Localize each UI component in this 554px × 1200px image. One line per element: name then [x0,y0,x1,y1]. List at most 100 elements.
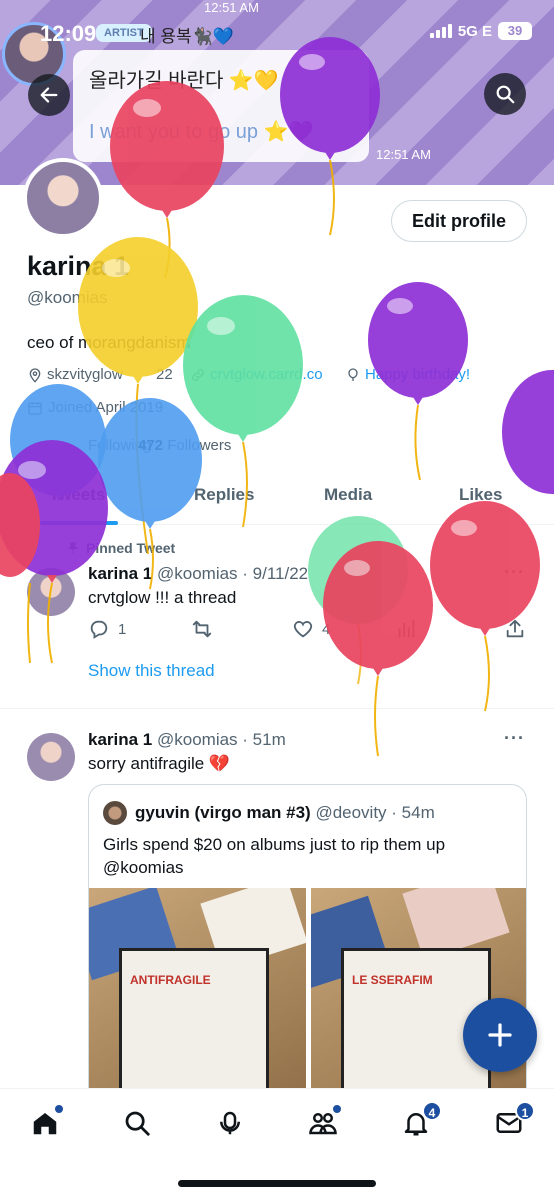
nav-communities[interactable] [303,1103,343,1143]
profile-joined: Joined April 2019 [27,399,163,416]
pinned-text: Pinned Tweet [86,540,176,556]
joined-text: Joined April 2019 [48,399,164,416]
home-dot [55,1105,63,1113]
nav-spaces[interactable] [210,1103,250,1143]
plus-icon [488,1023,512,1047]
pinned-tweet-name[interactable]: karina 1 [88,564,152,583]
back-button[interactable] [28,74,70,116]
link-text[interactable]: crvtglow.carrd.co [210,366,323,383]
retweet-button[interactable] [190,618,214,640]
profile-birthday: Happy birthday! [345,366,470,383]
notifications-badge: 4 [422,1101,442,1121]
show-thread-link[interactable]: Show this thread [88,661,215,681]
search-icon [496,85,515,104]
location-pin-icon [29,367,41,383]
analytics-icon [398,619,415,638]
quoted-avatar [103,801,127,825]
like-button[interactable]: 4 [292,618,330,640]
messages-badge: 1 [515,1101,535,1121]
tab-media[interactable]: Media [324,485,372,505]
tweet-more-icon[interactable]: ··· [504,728,525,749]
pinned-tweet-header: karina 1 @koomias · 9/11/22 [88,564,308,584]
retweet-icon [192,620,212,638]
balloon-mint [308,516,408,685]
profile-handle: @koomias [27,288,108,307]
signal-icon [429,24,452,38]
pinned-tweet-meta: @koomias · 9/11/22 [157,564,309,583]
nav-home[interactable] [25,1103,65,1143]
home-icon [33,1113,57,1135]
search-icon [125,1111,150,1136]
tab-likes[interactable]: Likes [459,485,502,505]
chat-message-korean: 올라가길 바란다 ⭐💛 [89,70,279,92]
quoted-text: Girls spend $20 on albums just to rip th… [103,835,446,877]
reply-icon [90,620,108,639]
display-name: karina 1 [27,251,130,281]
chat-bubble: 올라가길 바란다 ⭐💛 I want you to go up ⭐💜 [73,50,369,162]
share-button[interactable] [504,618,526,640]
profile-tabs: Tweets Replies Media Likes [0,470,554,525]
tweet-text: sorry antifragile 💔 [88,754,231,773]
pinned-more-icon[interactable]: ··· [504,562,525,583]
status-time: 12:09 [40,21,97,46]
microphone-icon [220,1111,240,1135]
tab-tweets[interactable]: Tweets [49,485,105,505]
chat-message-english: I want you to go up ⭐💜 [89,121,314,143]
chat-sender: 내 용복🐈‍⬛💙 [140,27,234,46]
tweet-meta: @koomias · 51m [157,730,286,749]
album-text-left: ANTIFRAGILE [130,973,211,987]
profile-bio: ceo of morangdanism [27,333,191,352]
compose-tweet-button[interactable] [463,998,537,1072]
reply-count: 1 [118,620,127,638]
followers-link[interactable]: 472 Followers [138,437,231,454]
tweet-avatar[interactable] [27,733,75,781]
analytics-button[interactable] [395,618,417,640]
quoted-image-left[interactable]: ANTIFRAGILE [89,888,306,1103]
album-photo-left: ANTIFRAGILE [119,948,269,1103]
location-suffix: 22 [156,366,173,383]
network-label: 5G E [457,22,492,40]
nav-messages[interactable]: 1 [489,1101,535,1143]
battery-icon: 39 [498,22,532,40]
pinned-tweet-text: crvtglow !!! a thread [88,588,237,607]
profile-avatar[interactable] [23,158,103,238]
quoted-header: gyuvin (virgo man #3) @deovity · 54m [135,803,435,823]
arrow-left-icon [40,87,58,103]
heart-icon [293,621,313,638]
status-icons: 5G E 39 [429,22,532,40]
album-text-right: LE SSERAFIM [352,973,433,987]
pinned-tweet-actions: 1 4 [0,618,554,642]
share-icon [506,619,524,638]
reply-button[interactable]: 1 [88,618,126,640]
pin-icon [67,542,79,554]
chat-time-top: 12:51 AM [204,0,259,15]
tweet-header: karina 1 @koomias · 51m [88,730,286,750]
followers-label: Followers [167,437,232,454]
pinned-tweet-avatar[interactable] [27,568,75,616]
nav-notifications[interactable]: 4 [396,1101,442,1143]
link-icon [192,368,204,381]
tweet-name[interactable]: karina 1 [88,730,152,749]
balloon-red-mid [323,541,433,757]
search-button[interactable] [484,73,526,115]
nav-search[interactable] [117,1103,157,1143]
tab-replies[interactable]: Replies [194,485,254,505]
profile-link[interactable]: crvtglow.carrd.co [190,366,323,383]
quoted-tweet[interactable]: gyuvin (virgo man #3) @deovity · 54m Gir… [88,784,527,1104]
chat-time: 12:51 AM [376,147,431,162]
home-indicator[interactable] [178,1180,376,1187]
balloon-red-right [430,501,540,712]
pinned-label: Pinned Tweet [66,540,175,556]
communities-dot [333,1105,341,1113]
edit-profile-button[interactable]: Edit profile [391,200,527,242]
like-count: 4 [322,620,331,638]
profile-location: skzvityglow [27,366,123,383]
active-tab-indicator [40,521,118,525]
quoted-meta: @deovity · 54m [315,803,435,822]
balloon-icon [348,367,358,381]
calendar-icon [28,401,42,415]
followers-count: 472 [138,437,164,454]
location-text: skzvityglow [47,366,123,383]
quoted-name: gyuvin (virgo man #3) [135,803,311,822]
birthday-text: Happy birthday! [365,366,471,383]
